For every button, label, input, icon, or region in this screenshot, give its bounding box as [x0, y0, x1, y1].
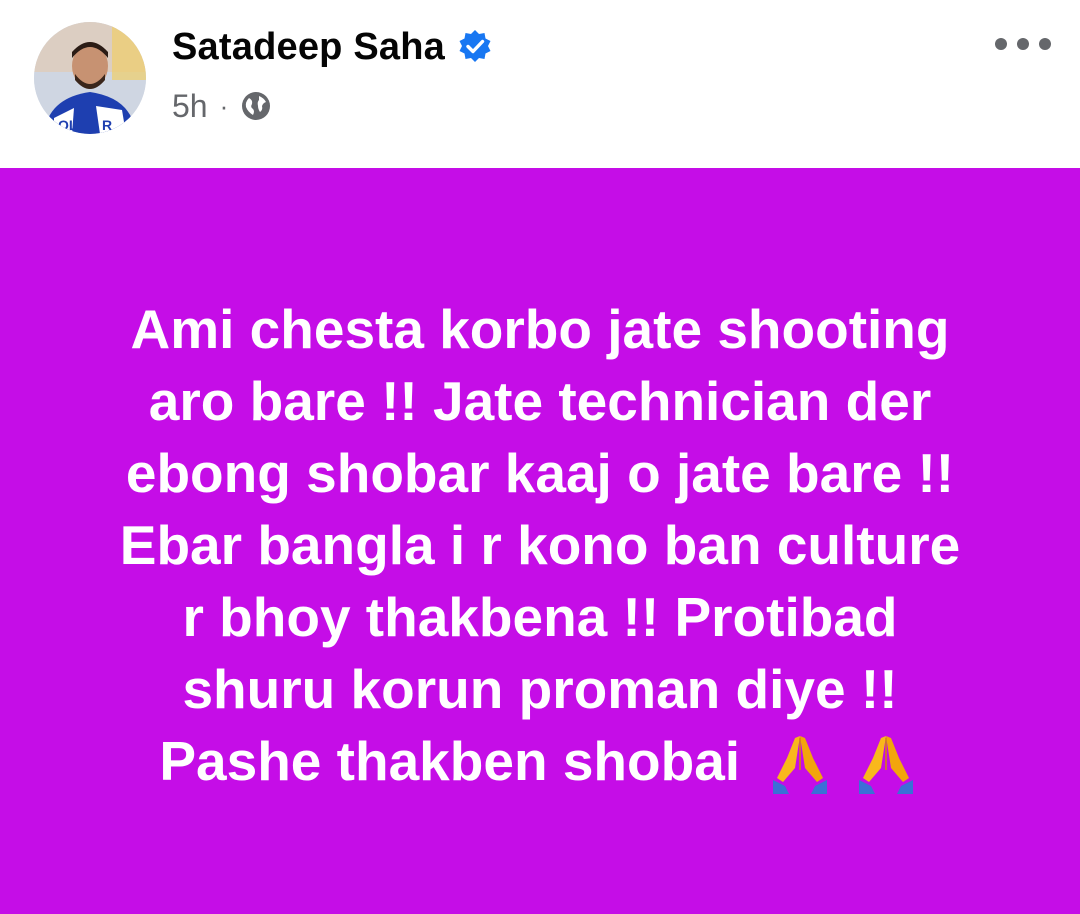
post-text-line: ebong shobar kaaj o jate bare !!	[125, 441, 955, 504]
post-text-line: Ami chesta korbo jate shooting	[130, 297, 950, 360]
post-header: OL R Satadeep Saha 5h ·	[0, 0, 1080, 168]
avatar[interactable]: OL R	[34, 22, 146, 134]
globe-icon[interactable]	[240, 90, 272, 122]
svg-text:OL: OL	[58, 117, 78, 133]
post-meta: 5h ·	[172, 84, 272, 128]
verified-badge-icon	[457, 29, 493, 65]
more-options-button[interactable]	[990, 26, 1056, 62]
meta-separator: ·	[219, 90, 229, 121]
post-text-line: r bhoy thakbena !! Protibad	[182, 585, 898, 648]
author-row: Satadeep Saha	[172, 22, 493, 72]
more-options-icon	[995, 38, 1051, 50]
folded-hands-icon	[851, 728, 921, 798]
facebook-post: OL R Satadeep Saha 5h · Ami chesta korbo…	[0, 0, 1080, 914]
post-background: Ami chesta korbo jate shooting aro bare …	[0, 168, 1080, 914]
post-text: Ami chesta korbo jate shooting aro bare …	[60, 293, 1020, 802]
post-text-line: Ebar bangla i r kono ban culture	[119, 513, 961, 576]
emoji-row	[765, 728, 920, 801]
svg-text:R: R	[102, 117, 112, 133]
author-name[interactable]: Satadeep Saha	[172, 26, 445, 69]
post-text-last-line: Pashe thakben shobai	[60, 725, 1020, 802]
post-text-line: aro bare !! Jate technician der	[148, 369, 932, 432]
folded-hands-icon	[765, 728, 835, 798]
post-text-line: shuru korun proman diye !!	[182, 657, 898, 720]
post-text-line: Pashe thakben shobai	[159, 729, 741, 792]
post-time[interactable]: 5h	[172, 88, 208, 125]
